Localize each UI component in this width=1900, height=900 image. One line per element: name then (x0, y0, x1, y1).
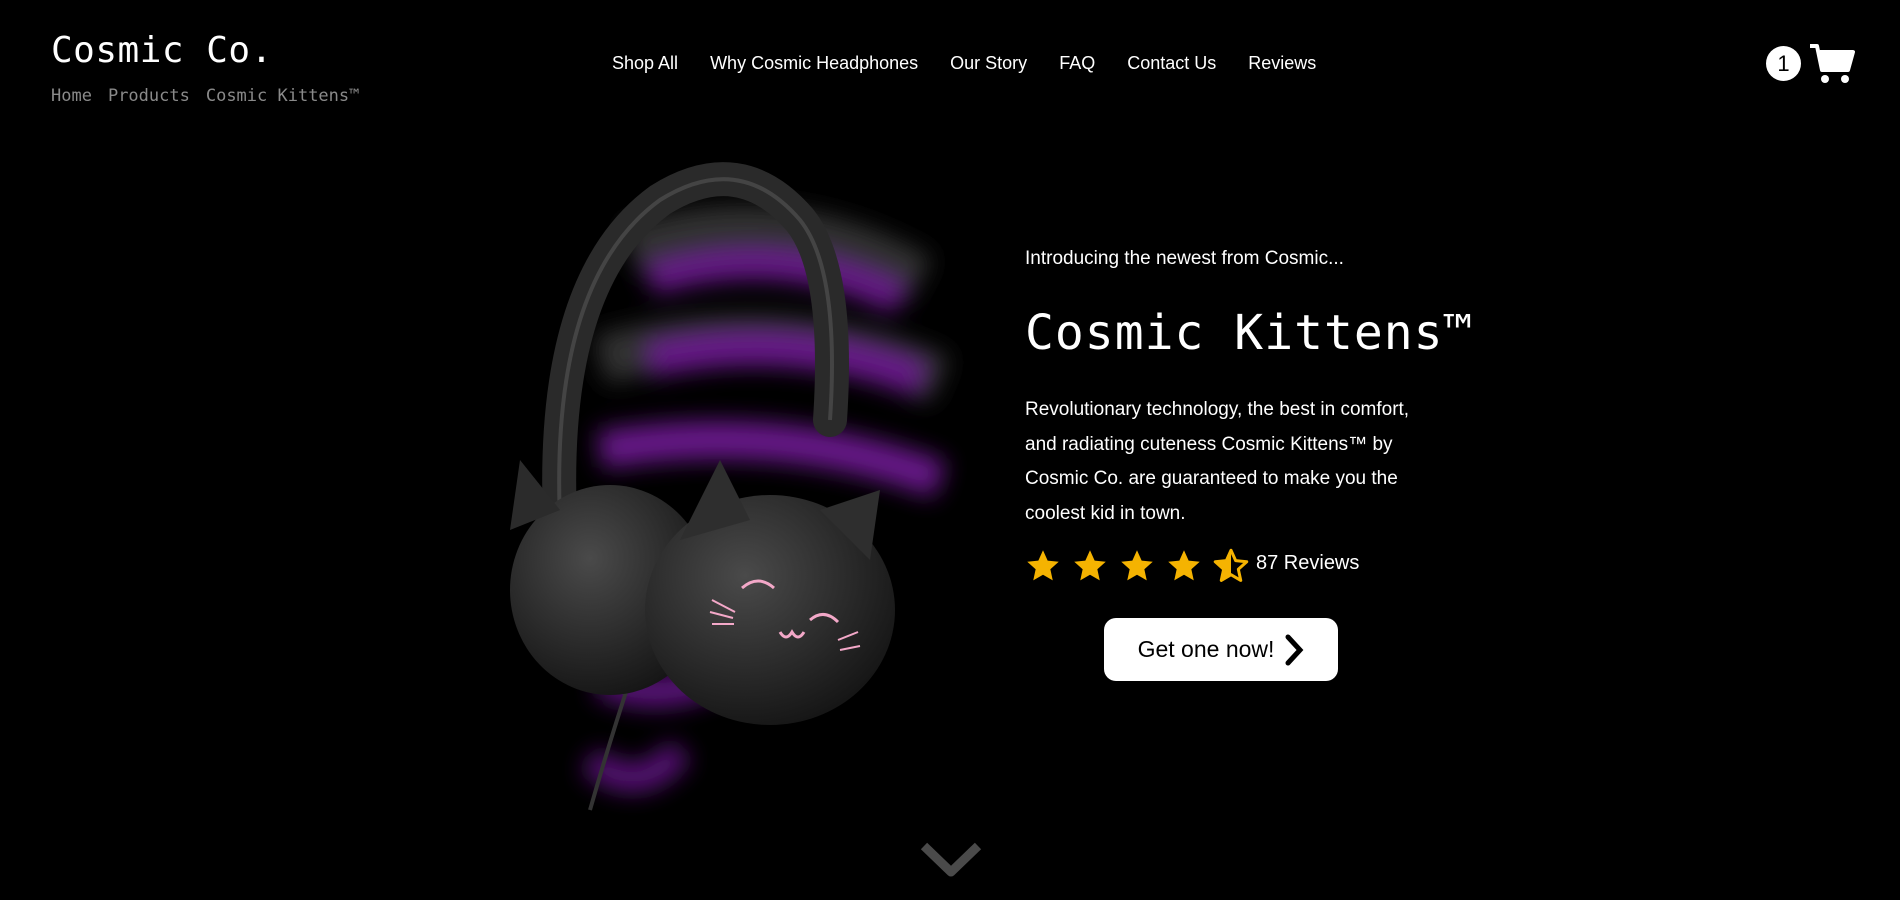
nav-reviews[interactable]: Reviews (1248, 53, 1316, 74)
hero-intro: Introducing the newest from Cosmic... (1025, 248, 1344, 269)
star-half-icon (1213, 548, 1249, 582)
main-nav: Shop All Why Cosmic Headphones Our Story… (612, 53, 1316, 74)
chevron-down-icon[interactable] (920, 840, 982, 880)
chevron-right-icon (1285, 634, 1304, 665)
breadcrumb-products[interactable]: Products (108, 86, 190, 106)
star-full-icon (1121, 550, 1153, 581)
shopping-cart-icon[interactable] (1808, 42, 1856, 86)
product-title: Cosmic Kittens™ (1025, 305, 1474, 361)
cart-count-badge[interactable]: 1 (1766, 46, 1801, 81)
breadcrumb-home[interactable]: Home (51, 86, 92, 106)
cta-label: Get one now! (1137, 636, 1275, 662)
nav-contact-us[interactable]: Contact Us (1127, 53, 1216, 74)
star-full-icon (1027, 550, 1059, 581)
breadcrumb: Home Products Cosmic Kittens™ (51, 86, 359, 106)
nav-shop-all[interactable]: Shop All (612, 53, 678, 74)
nav-faq[interactable]: FAQ (1059, 53, 1095, 74)
breadcrumb-current[interactable]: Cosmic Kittens™ (206, 86, 360, 106)
brand-logo[interactable]: Cosmic Co. (51, 30, 273, 71)
review-count[interactable]: 87 Reviews (1256, 552, 1359, 575)
product-description: Revolutionary technology, the best in co… (1025, 399, 1410, 524)
product-image (510, 162, 951, 811)
star-full-icon (1168, 550, 1200, 581)
get-one-now-button[interactable]: Get one now! (1104, 618, 1338, 681)
star-rating[interactable]: 87 Reviews (1025, 548, 1359, 584)
nav-our-story[interactable]: Our Story (950, 53, 1027, 74)
star-full-icon (1074, 550, 1106, 581)
nav-why-cosmic-headphones[interactable]: Why Cosmic Headphones (710, 53, 918, 74)
